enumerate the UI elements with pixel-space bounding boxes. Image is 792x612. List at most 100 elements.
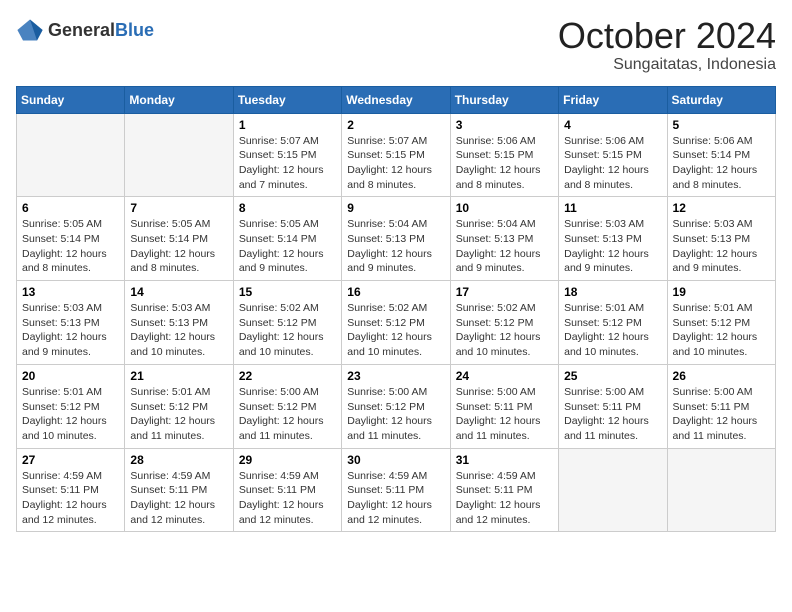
calendar-cell: 9Sunrise: 5:04 AMSunset: 5:13 PMDaylight… bbox=[342, 197, 450, 281]
day-number: 1 bbox=[239, 118, 336, 132]
day-info: Sunrise: 5:01 AMSunset: 5:12 PMDaylight:… bbox=[130, 385, 227, 444]
day-info: Sunrise: 5:05 AMSunset: 5:14 PMDaylight:… bbox=[22, 217, 119, 276]
day-number: 12 bbox=[673, 201, 770, 215]
day-info: Sunrise: 5:03 AMSunset: 5:13 PMDaylight:… bbox=[130, 301, 227, 360]
day-info: Sunrise: 5:03 AMSunset: 5:13 PMDaylight:… bbox=[564, 217, 661, 276]
calendar-week-1: 1 Sunrise: 5:07 AMSunset: 5:15 PMDaylight… bbox=[17, 113, 776, 197]
day-number: 4 bbox=[564, 118, 661, 132]
day-info: Sunrise: 5:02 AMSunset: 5:12 PMDaylight:… bbox=[239, 301, 336, 360]
calendar-cell: 17 Sunrise: 5:02 AMSunset: 5:12 PMDayligh… bbox=[450, 281, 558, 365]
month-year-title: October 2024 bbox=[558, 16, 776, 56]
calendar-cell bbox=[559, 448, 667, 532]
weekday-header-monday: Monday bbox=[125, 86, 233, 113]
logo-blue: Blue bbox=[115, 20, 154, 40]
day-number: 6 bbox=[22, 201, 119, 215]
calendar-cell bbox=[667, 448, 775, 532]
calendar-cell: 28 Sunrise: 4:59 AMSunset: 5:11 PMDayligh… bbox=[125, 448, 233, 532]
calendar-cell: 25 Sunrise: 5:00 AMSunset: 5:11 PMDayligh… bbox=[559, 364, 667, 448]
day-info: Sunrise: 5:03 AMSunset: 5:13 PMDaylight:… bbox=[22, 301, 119, 360]
calendar-cell: 3Sunrise: 5:06 AMSunset: 5:15 PMDaylight… bbox=[450, 113, 558, 197]
day-info: Sunrise: 4:59 AMSunset: 5:11 PMDaylight:… bbox=[456, 469, 553, 528]
day-info: Sunrise: 4:59 AMSunset: 5:11 PMDaylight:… bbox=[130, 469, 227, 528]
calendar-cell: 22Sunrise: 5:00 AMSunset: 5:12 PMDayligh… bbox=[233, 364, 341, 448]
day-number: 25 bbox=[564, 369, 661, 383]
day-info: Sunrise: 5:05 AMSunset: 5:14 PMDaylight:… bbox=[239, 217, 336, 276]
weekday-header-tuesday: Tuesday bbox=[233, 86, 341, 113]
weekday-header-wednesday: Wednesday bbox=[342, 86, 450, 113]
day-number: 23 bbox=[347, 369, 444, 383]
day-number: 13 bbox=[22, 285, 119, 299]
location-subtitle: Sungaitatas, Indonesia bbox=[558, 56, 776, 74]
day-number: 19 bbox=[673, 285, 770, 299]
day-number: 7 bbox=[130, 201, 227, 215]
day-info: Sunrise: 5:00 AMSunset: 5:11 PMDaylight:… bbox=[456, 385, 553, 444]
calendar-cell: 13 Sunrise: 5:03 AMSunset: 5:13 PMDayligh… bbox=[17, 281, 125, 365]
day-number: 21 bbox=[130, 369, 227, 383]
day-number: 24 bbox=[456, 369, 553, 383]
calendar-table: SundayMondayTuesdayWednesdayThursdayFrid… bbox=[16, 86, 776, 533]
day-number: 29 bbox=[239, 453, 336, 467]
calendar-cell: 14Sunrise: 5:03 AMSunset: 5:13 PMDayligh… bbox=[125, 281, 233, 365]
day-number: 31 bbox=[456, 453, 553, 467]
day-info: Sunrise: 5:03 AMSunset: 5:13 PMDaylight:… bbox=[673, 217, 770, 276]
day-number: 18 bbox=[564, 285, 661, 299]
calendar-cell: 12 Sunrise: 5:03 AMSunset: 5:13 PMDayligh… bbox=[667, 197, 775, 281]
calendar-cell: 27 Sunrise: 4:59 AMSunset: 5:11 PMDayligh… bbox=[17, 448, 125, 532]
day-info: Sunrise: 5:07 AMSunset: 5:15 PMDaylight:… bbox=[239, 134, 336, 193]
day-info: Sunrise: 5:06 AMSunset: 5:15 PMDaylight:… bbox=[564, 134, 661, 193]
day-info: Sunrise: 5:02 AMSunset: 5:12 PMDaylight:… bbox=[347, 301, 444, 360]
calendar-cell: 1 Sunrise: 5:07 AMSunset: 5:15 PMDaylight… bbox=[233, 113, 341, 197]
logo-text: GeneralBlue bbox=[48, 20, 154, 41]
day-number: 17 bbox=[456, 285, 553, 299]
calendar-cell: 23 Sunrise: 5:00 AMSunset: 5:12 PMDayligh… bbox=[342, 364, 450, 448]
weekday-header-friday: Friday bbox=[559, 86, 667, 113]
day-info: Sunrise: 5:06 AMSunset: 5:14 PMDaylight:… bbox=[673, 134, 770, 193]
day-info: Sunrise: 5:00 AMSunset: 5:11 PMDaylight:… bbox=[564, 385, 661, 444]
day-number: 26 bbox=[673, 369, 770, 383]
day-number: 5 bbox=[673, 118, 770, 132]
day-info: Sunrise: 5:00 AMSunset: 5:12 PMDaylight:… bbox=[239, 385, 336, 444]
calendar-cell: 26 Sunrise: 5:00 AMSunset: 5:11 PMDayligh… bbox=[667, 364, 775, 448]
calendar-cell: 30 Sunrise: 4:59 AMSunset: 5:11 PMDayligh… bbox=[342, 448, 450, 532]
logo-general: General bbox=[48, 20, 115, 40]
calendar-cell: 18 Sunrise: 5:01 AMSunset: 5:12 PMDayligh… bbox=[559, 281, 667, 365]
calendar-cell: 21 Sunrise: 5:01 AMSunset: 5:12 PMDayligh… bbox=[125, 364, 233, 448]
calendar-cell: 29Sunrise: 4:59 AMSunset: 5:11 PMDayligh… bbox=[233, 448, 341, 532]
day-number: 10 bbox=[456, 201, 553, 215]
day-number: 30 bbox=[347, 453, 444, 467]
calendar-cell: 4 Sunrise: 5:06 AMSunset: 5:15 PMDaylight… bbox=[559, 113, 667, 197]
calendar-cell: 7 Sunrise: 5:05 AMSunset: 5:14 PMDaylight… bbox=[125, 197, 233, 281]
day-number: 8 bbox=[239, 201, 336, 215]
calendar-week-2: 6 Sunrise: 5:05 AMSunset: 5:14 PMDaylight… bbox=[17, 197, 776, 281]
day-number: 16 bbox=[347, 285, 444, 299]
day-number: 15 bbox=[239, 285, 336, 299]
day-info: Sunrise: 5:02 AMSunset: 5:12 PMDaylight:… bbox=[456, 301, 553, 360]
day-info: Sunrise: 5:01 AMSunset: 5:12 PMDaylight:… bbox=[564, 301, 661, 360]
day-info: Sunrise: 5:01 AMSunset: 5:12 PMDaylight:… bbox=[673, 301, 770, 360]
calendar-cell: 15 Sunrise: 5:02 AMSunset: 5:12 PMDayligh… bbox=[233, 281, 341, 365]
calendar-week-3: 13 Sunrise: 5:03 AMSunset: 5:13 PMDayligh… bbox=[17, 281, 776, 365]
calendar-cell: 19 Sunrise: 5:01 AMSunset: 5:12 PMDayligh… bbox=[667, 281, 775, 365]
day-number: 28 bbox=[130, 453, 227, 467]
calendar-cell: 10 Sunrise: 5:04 AMSunset: 5:13 PMDayligh… bbox=[450, 197, 558, 281]
day-info: Sunrise: 5:05 AMSunset: 5:14 PMDaylight:… bbox=[130, 217, 227, 276]
calendar-cell: 5 Sunrise: 5:06 AMSunset: 5:14 PMDaylight… bbox=[667, 113, 775, 197]
calendar-week-4: 20 Sunrise: 5:01 AMSunset: 5:12 PMDayligh… bbox=[17, 364, 776, 448]
day-number: 2 bbox=[347, 118, 444, 132]
calendar-cell: 8 Sunrise: 5:05 AMSunset: 5:14 PMDaylight… bbox=[233, 197, 341, 281]
day-info: Sunrise: 4:59 AMSunset: 5:11 PMDaylight:… bbox=[22, 469, 119, 528]
title-block: October 2024 Sungaitatas, Indonesia bbox=[558, 16, 776, 74]
calendar-cell: 2Sunrise: 5:07 AMSunset: 5:15 PMDaylight… bbox=[342, 113, 450, 197]
page-header: GeneralBlue October 2024 Sungaitatas, In… bbox=[16, 16, 776, 74]
day-number: 20 bbox=[22, 369, 119, 383]
day-info: Sunrise: 4:59 AMSunset: 5:11 PMDaylight:… bbox=[347, 469, 444, 528]
day-info: Sunrise: 5:00 AMSunset: 5:11 PMDaylight:… bbox=[673, 385, 770, 444]
calendar-cell: 11Sunrise: 5:03 AMSunset: 5:13 PMDayligh… bbox=[559, 197, 667, 281]
day-info: Sunrise: 5:04 AMSunset: 5:13 PMDaylight:… bbox=[456, 217, 553, 276]
calendar-cell bbox=[17, 113, 125, 197]
day-info: Sunrise: 5:00 AMSunset: 5:12 PMDaylight:… bbox=[347, 385, 444, 444]
day-number: 27 bbox=[22, 453, 119, 467]
weekday-header-saturday: Saturday bbox=[667, 86, 775, 113]
day-info: Sunrise: 5:01 AMSunset: 5:12 PMDaylight:… bbox=[22, 385, 119, 444]
calendar-week-5: 27 Sunrise: 4:59 AMSunset: 5:11 PMDayligh… bbox=[17, 448, 776, 532]
